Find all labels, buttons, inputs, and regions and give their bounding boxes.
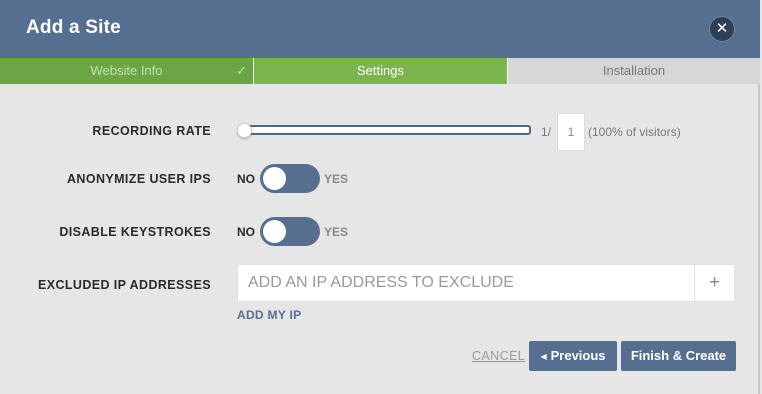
recording-rate-value[interactable]: 1 bbox=[557, 113, 585, 151]
toggle-knob bbox=[263, 220, 286, 243]
recording-rate-slider-handle[interactable] bbox=[237, 123, 252, 138]
toggle-knob bbox=[263, 167, 286, 190]
tab-installation[interactable]: Installation bbox=[508, 58, 760, 84]
wizard-steps: Website Info ✓ Settings Installation bbox=[0, 58, 760, 84]
dialog-title: Add a Site bbox=[26, 17, 121, 38]
recording-rate-label: RECORDING RATE bbox=[92, 124, 211, 138]
dialog-header: Add a Site ✕ bbox=[0, 0, 760, 58]
excluded-ips-label: EXCLUDED IP ADDRESSES bbox=[37, 278, 211, 292]
previous-button[interactable]: ◀ Previous bbox=[529, 341, 617, 371]
anonymize-ips-label: ANONYMIZE USER IPS bbox=[66, 172, 211, 186]
close-icon[interactable]: ✕ bbox=[710, 17, 734, 41]
disable-keystrokes-yes-label: YES bbox=[324, 225, 349, 239]
anonymize-ips-yes-label: YES bbox=[324, 172, 349, 186]
disable-keystrokes-toggle[interactable] bbox=[260, 217, 320, 246]
add-site-dialog: Add a Site ✕ Website Info ✓ Settings Ins… bbox=[0, 0, 760, 394]
anonymize-ips-no-label: NO bbox=[237, 172, 255, 186]
disable-keystrokes-label: DISABLE KEYSTROKES bbox=[59, 225, 211, 239]
tab-settings-label: Settings bbox=[357, 63, 404, 78]
anonymize-ips-toggle[interactable] bbox=[260, 164, 320, 193]
recording-rate-note: (100% of visitors) bbox=[588, 125, 681, 139]
previous-button-label: Previous bbox=[550, 348, 606, 363]
tab-website-info[interactable]: Website Info ✓ bbox=[0, 58, 253, 84]
chevron-left-icon: ◀ bbox=[540, 352, 547, 361]
add-my-ip-link[interactable]: ADD MY IP bbox=[237, 308, 302, 322]
tab-installation-label: Installation bbox=[602, 63, 666, 78]
excluded-ip-input[interactable] bbox=[237, 264, 695, 302]
add-ip-button[interactable]: + bbox=[694, 264, 735, 302]
tab-settings[interactable]: Settings bbox=[254, 58, 507, 84]
cancel-link[interactable]: CANCEL bbox=[472, 349, 525, 363]
tab-website-info-label: Website Info bbox=[90, 63, 163, 78]
recording-rate-slider-track[interactable] bbox=[240, 125, 531, 135]
disable-keystrokes-no-label: NO bbox=[237, 225, 255, 239]
recording-rate-prefix: 1/ bbox=[541, 125, 552, 139]
check-icon: ✓ bbox=[236, 63, 247, 78]
finish-create-button[interactable]: Finish & Create bbox=[621, 341, 736, 371]
